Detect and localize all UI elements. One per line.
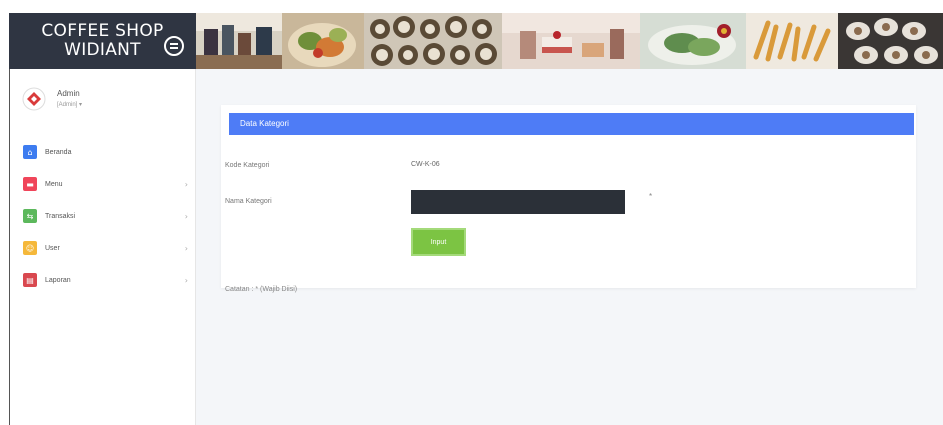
report-icon: ▤ <box>23 273 37 287</box>
chevron-right-icon: › <box>184 179 188 189</box>
greens-photo <box>640 13 746 69</box>
chevron-right-icon: › <box>184 275 188 285</box>
sidebar-item-laporan[interactable]: ▤ Laporan › <box>23 272 188 288</box>
sidebar-item-user[interactable]: ☺ User › <box>23 240 188 256</box>
required-note: Catatan : * (Wajib Diisi) <box>225 286 298 293</box>
sidebar-item-transaksi[interactable]: ⇆ Transaksi › <box>23 208 188 224</box>
profile-name: Admin <box>57 89 80 98</box>
main-content: Data Kategori Kode Kategori CW-K-06 Nama… <box>196 69 943 425</box>
nama-kategori-label: Nama Kategori <box>225 198 272 205</box>
chevron-right-icon: › <box>184 211 188 221</box>
brand-logo: COFFEE SHOP WIDIANT <box>9 13 196 69</box>
sidebar-toggle-icon[interactable] <box>164 36 184 56</box>
form-card: Data Kategori Kode Kategori CW-K-06 Nama… <box>221 105 916 293</box>
kode-kategori-label: Kode Kategori <box>225 162 270 169</box>
user-profile[interactable]: Admin [Admin] ▾ <box>22 87 82 111</box>
sidebar-item-label: Laporan <box>45 276 71 284</box>
tray-photo <box>838 13 943 69</box>
avatar <box>22 87 46 111</box>
sidebar-item-menu[interactable]: ▬ Menu › <box>23 176 188 192</box>
nama-kategori-input[interactable] <box>411 190 625 214</box>
sidebar-item-beranda[interactable]: ⌂ Beranda <box>23 144 188 160</box>
transaction-icon: ⇆ <box>23 209 37 223</box>
kode-kategori-value: CW-K-06 <box>411 161 440 168</box>
user-icon: ☺ <box>23 241 37 255</box>
home-icon: ⌂ <box>23 145 37 159</box>
input-button[interactable]: Input <box>411 228 466 256</box>
sidebar-item-label: User <box>45 244 60 252</box>
salad-photo <box>282 13 364 69</box>
sidebar: Admin [Admin] ▾ ⌂ Beranda ▬ Menu › ⇆ Tra… <box>9 69 196 425</box>
drinks-photo <box>196 13 282 69</box>
brand-line-1: COFFEE SHOP <box>41 21 164 41</box>
chevron-right-icon: › <box>184 243 188 253</box>
sidebar-item-label: Menu <box>45 180 63 188</box>
header-banner <box>196 13 943 69</box>
card-title: Data Kategori <box>229 113 914 135</box>
pastry-photo <box>364 13 502 69</box>
brand-line-2: WIDIANT <box>64 40 141 60</box>
dessert-photo <box>502 13 640 69</box>
fries-photo <box>746 13 838 69</box>
required-mark: * <box>649 192 653 201</box>
menu-icon: ▬ <box>23 177 37 191</box>
profile-role[interactable]: [Admin] ▾ <box>57 101 82 108</box>
sidebar-item-label: Beranda <box>45 148 72 156</box>
brand-title: COFFEE SHOP WIDIANT <box>41 22 163 60</box>
sidebar-item-label: Transaksi <box>45 212 76 220</box>
